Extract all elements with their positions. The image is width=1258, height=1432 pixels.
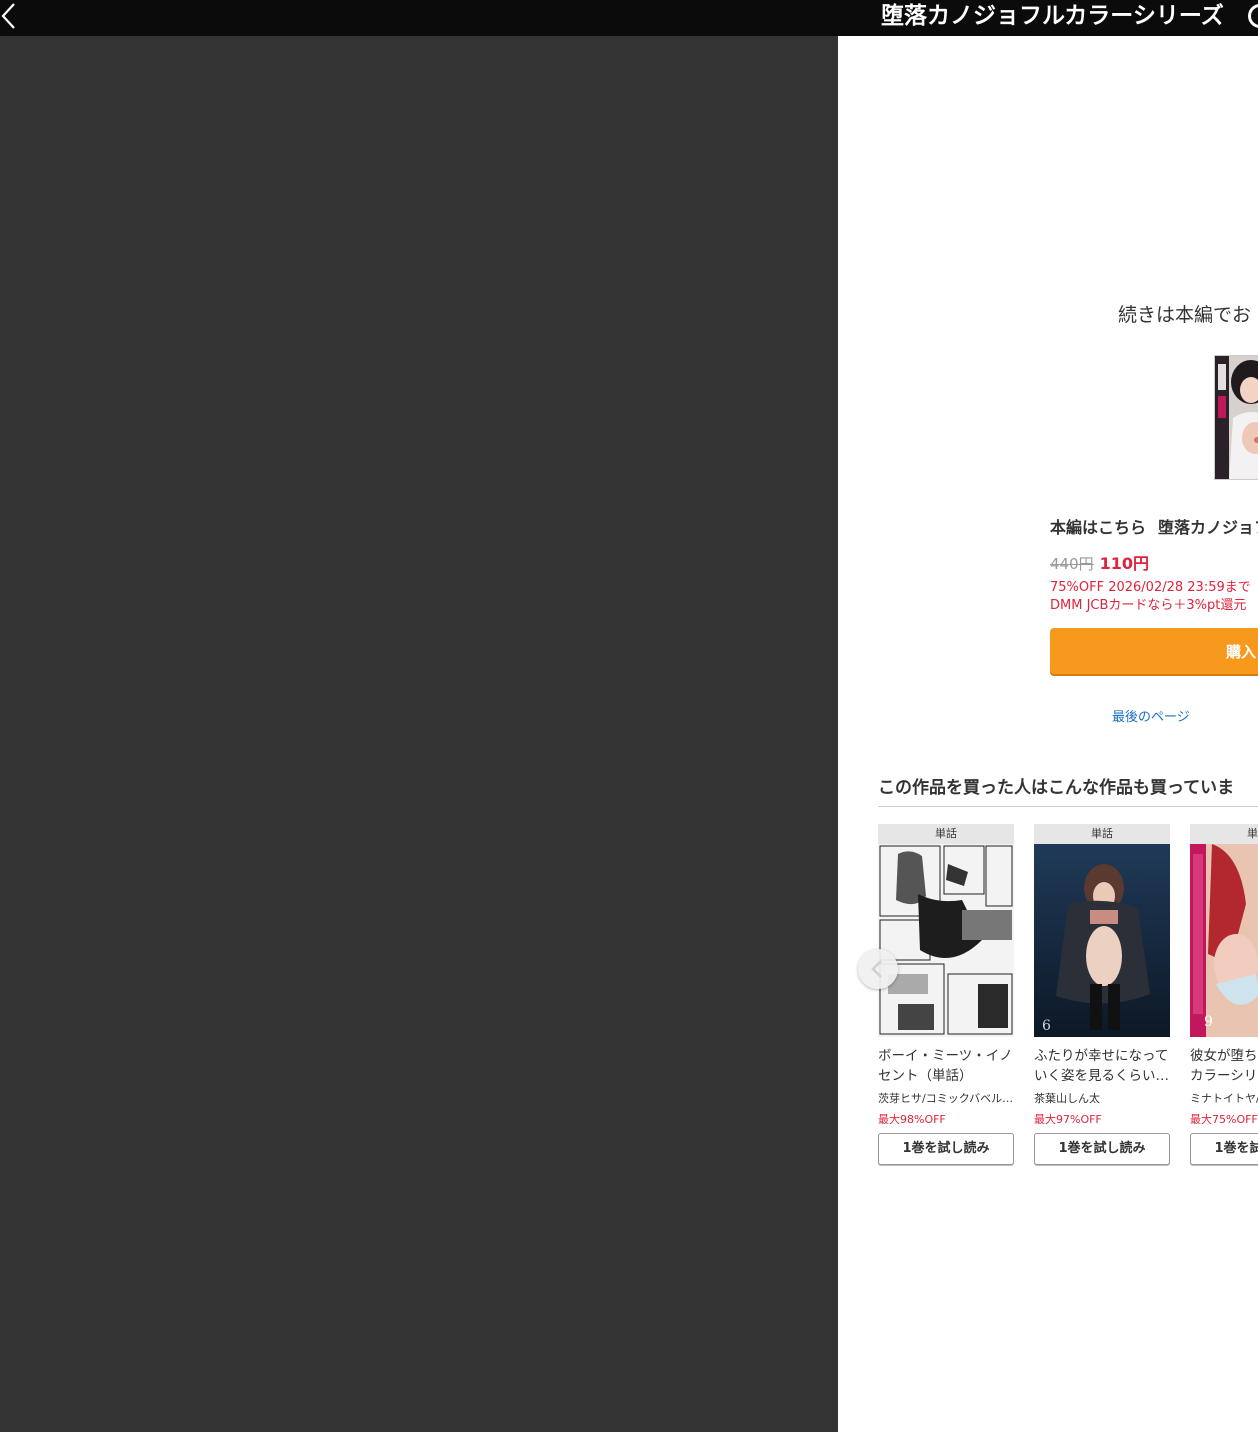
cover-image: 6 (1034, 844, 1170, 1037)
format-badge: 単話 (1190, 824, 1258, 844)
card-title[interactable]: 彼女が堕ちるまでフルカラーシリーズ (1190, 1046, 1258, 1086)
last-page-link[interactable]: 最後のページ (1112, 706, 1190, 725)
buy-button[interactable]: 購入 (1050, 628, 1258, 674)
trial-read-button[interactable]: 1巻を試し読み (1034, 1133, 1170, 1165)
chevron-left-icon (1, 3, 15, 29)
top-bar: 堕落カノジョフルカラーシリーズ (0, 0, 1258, 36)
back-button[interactable] (0, 0, 30, 36)
cover-image: 9 (1190, 844, 1258, 1037)
card-discount: 最大97%OFF (1034, 1113, 1102, 1126)
chevron-left-icon (871, 960, 882, 978)
recommendation-card[interactable]: 単話 9 彼女が堕ちるまでフルカラーシリーズ ミナトイトヤ/ 最大75%OFF … (1190, 824, 1258, 1169)
trial-read-button[interactable]: 1巻を試し読み (878, 1133, 1014, 1165)
heading-prefix: 本編はこちら (1050, 518, 1147, 537)
svg-text:6: 6 (1042, 1018, 1051, 1034)
continue-message: 続きは本編でお (1118, 304, 1252, 326)
end-page-panel: 続きは本編でお 本編はこちら堕落カノジョフ 440円 110円 75%OFF 20… (838, 36, 1258, 1432)
main-work-heading: 本編はこちら堕落カノジョフ (1050, 514, 1258, 538)
page-title: 堕落カノジョフルカラーシリーズ (881, 3, 1224, 29)
main-work-cover[interactable] (1214, 355, 1258, 480)
card-cover[interactable]: 9 (1190, 844, 1258, 1037)
heading-title[interactable]: 堕落カノジョフ (1158, 518, 1258, 537)
discount-deadline: 75%OFF 2026/02/28 23:59まで (1050, 580, 1251, 595)
original-price: 440円 (1050, 555, 1094, 573)
card-title[interactable]: ふたりが幸せになっていく姿を見るくらいなら (1034, 1046, 1170, 1086)
title-info-icon (1248, 4, 1258, 28)
card-discount: 最大98%OFF (878, 1113, 946, 1126)
card-discount: 最大75%OFF (1190, 1113, 1258, 1126)
buy-button-label: 購入 (1226, 643, 1257, 661)
promo-info: 75%OFF 2026/02/28 23:59まで DMM JCBカードなら＋3… (1050, 579, 1251, 615)
recommendations-title: この作品を買った人はこんな作品も買っていま (878, 778, 1235, 798)
card-cover[interactable] (878, 844, 1014, 1037)
format-badge: 単話 (1034, 824, 1170, 844)
recommendation-card[interactable]: 単話 ボーイ・ミーツ・イノセント（単話） 茨芽ヒサ/コミックバベル編 最大98%… (878, 824, 1014, 1169)
card-cover[interactable]: 6 (1034, 844, 1170, 1037)
trial-read-button[interactable]: 1巻を試し読み (1190, 1133, 1258, 1165)
recommendation-card[interactable]: 単話 6 ふたりが幸せになっていく姿を見るくらいなら (1034, 824, 1170, 1169)
divider (878, 806, 1258, 807)
cover-image (878, 844, 1014, 1037)
card-author[interactable]: 茨芽ヒサ/コミックバベル編集部 (878, 1090, 1014, 1106)
price-row: 440円 110円 (1050, 550, 1149, 574)
card-author[interactable]: ミナトイトヤ/ (1190, 1090, 1258, 1106)
card-point-bonus: DMM JCBカードなら＋3%pt還元 (1050, 598, 1247, 613)
card-author[interactable]: 茶葉山しん太 (1034, 1090, 1170, 1106)
format-badge: 単話 (878, 824, 1014, 844)
sale-price: 110円 (1099, 554, 1150, 573)
cover-image (1215, 356, 1258, 479)
carousel-prev-button[interactable] (858, 949, 898, 989)
card-title[interactable]: ボーイ・ミーツ・イノセント（単話） (878, 1046, 1014, 1086)
svg-text:9: 9 (1204, 1014, 1213, 1030)
